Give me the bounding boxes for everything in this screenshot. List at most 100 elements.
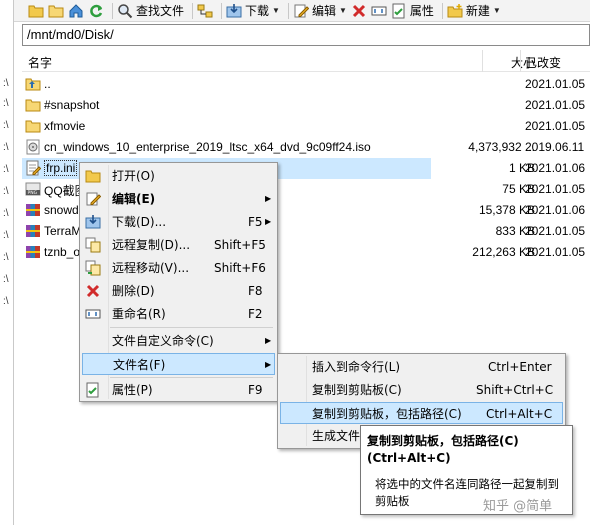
menu-item-label: 复制到剪贴板(C) — [312, 383, 402, 397]
menu-item-remote-copy[interactable]: 远程复制(D)... Shift+F5 — [82, 234, 275, 256]
home-button[interactable] — [68, 1, 84, 21]
properties-icon — [85, 382, 101, 405]
menu-item-custom-commands[interactable]: 文件自定义命令(C) ▶ — [82, 330, 275, 352]
open-folder-button[interactable] — [28, 1, 44, 21]
menu-item-label: 复制到剪贴板，包括路径(C) — [312, 407, 462, 421]
toolbar: 查找文件 下载 ▼ 编辑 ▼ 属性 新建 ▼ — [14, 0, 590, 22]
properties-label: 属性 — [409, 4, 434, 18]
left-edge-mark: :\ — [3, 252, 9, 263]
column-header-name[interactable]: 名字 — [28, 54, 52, 71]
menu-shortcut: Ctrl+Alt+C — [486, 407, 553, 421]
file-name: .. — [44, 77, 51, 91]
left-edge-mark: :\ — [3, 164, 9, 175]
menu-shortcut: Shift+Ctrl+C — [476, 383, 554, 397]
menu-item-copy-to-clipboard[interactable]: 复制到剪贴板(C) Shift+Ctrl+C — [280, 379, 563, 401]
tooltip-title: 复制到剪贴板，包括路径(C) (Ctrl+Alt+C) — [367, 434, 519, 465]
menu-shortcut: F5 — [248, 215, 263, 229]
home-icon — [68, 3, 84, 19]
left-panel-edge: :\ :\ :\ :\ :\ :\ :\ :\ :\ :\ :\ — [0, 0, 14, 525]
file-date: 2021.01.05 — [525, 224, 586, 238]
edit-button[interactable]: 编辑 ▼ — [293, 1, 347, 21]
new-button[interactable]: 新建 ▼ — [447, 1, 501, 21]
path-input[interactable]: /mnt/md0/Disk/ — [22, 24, 590, 46]
menu-item-file-names[interactable]: 文件名(F) ▶ — [82, 353, 275, 375]
download-button[interactable]: 下载 ▼ — [226, 1, 280, 21]
file-row[interactable]: .. 2021.01.05 — [22, 74, 590, 95]
toolbar-separator — [192, 2, 194, 19]
file-row[interactable]: cn_windows_10_enterprise_2019_ltsc_x64_d… — [22, 137, 590, 158]
menu-item-remote-move[interactable]: 远程移动(V)... Shift+F6 — [82, 257, 275, 279]
rename-icon — [85, 306, 101, 329]
find-files-button[interactable]: 查找文件 — [117, 1, 184, 21]
column-divider[interactable] — [482, 50, 483, 72]
file-size: 1 KB — [508, 161, 535, 175]
chevron-down-icon[interactable]: ▼ — [493, 6, 501, 15]
column-divider[interactable] — [520, 50, 521, 72]
menu-item-label: 打开(O) — [112, 169, 155, 183]
left-edge-mark: :\ — [3, 208, 9, 219]
menu-item-open[interactable]: 打开(O) — [82, 165, 275, 187]
left-edge-mark: :\ — [3, 78, 9, 89]
chevron-down-icon[interactable]: ▼ — [339, 6, 347, 15]
menu-item-download[interactable]: 下载(D)... F5 ▶ — [82, 211, 275, 233]
menu-item-label: 插入到命令行(L) — [312, 360, 401, 374]
sync-button[interactable] — [197, 1, 213, 21]
menu-item-delete[interactable]: 删除(D) F8 — [82, 280, 275, 302]
menu-shortcut: Shift+F5 — [214, 238, 266, 252]
file-name: TerraM — [44, 224, 82, 238]
menu-item-label: 文件自定义命令(C) — [112, 334, 214, 348]
file-size: 75 KB — [502, 182, 535, 196]
chevron-down-icon[interactable]: ▼ — [272, 6, 280, 15]
archive-icon — [25, 244, 41, 263]
menu-item-label: 生成文件 — [312, 429, 361, 443]
file-name: #snapshot — [44, 98, 100, 112]
toolbar-separator — [441, 2, 443, 19]
column-header-modified[interactable]: 已改变 — [525, 54, 561, 71]
new-folder-icon — [447, 3, 463, 19]
edit-label: 编辑 — [311, 4, 336, 18]
properties-button[interactable]: 属性 — [391, 1, 434, 21]
rename-button[interactable] — [371, 1, 387, 21]
left-edge-mark: :\ — [3, 230, 9, 241]
file-date: 2021.01.05 — [525, 77, 586, 91]
parent-folder-button[interactable] — [48, 1, 64, 21]
file-date: 2021.01.05 — [525, 98, 586, 112]
file-name: cn_windows_10_enterprise_2019_ltsc_x64_d… — [44, 140, 371, 154]
archive-icon — [25, 223, 41, 242]
file-row[interactable]: #snapshot 2021.01.05 — [22, 95, 590, 116]
file-list-header: 名字 大小 已改变 — [22, 50, 590, 72]
menu-item-label: 远程复制(D)... — [112, 238, 191, 252]
menu-item-label: 远程移动(V)... — [112, 261, 190, 275]
download-label: 下载 — [245, 4, 270, 18]
left-edge-mark: :\ — [3, 120, 9, 131]
menu-item-insert-to-command-line[interactable]: 插入到命令行(L) Ctrl+Enter — [280, 356, 563, 378]
menu-item-label: 属性(P) — [112, 383, 153, 397]
menu-item-label: 下载(D)... — [112, 215, 167, 229]
file-name: snowd — [44, 203, 79, 217]
file-date: 2021.01.06 — [525, 161, 586, 175]
left-edge-mark: :\ — [3, 296, 9, 307]
menu-item-rename[interactable]: 重命名(R) F2 — [82, 303, 275, 325]
folder-icon — [25, 118, 41, 137]
file-size: 212,263 KB — [472, 245, 535, 259]
menu-item-label: 编辑(E) — [112, 192, 156, 206]
refresh-icon — [88, 3, 104, 19]
delete-button[interactable] — [351, 1, 367, 21]
toolbar-separator — [112, 2, 113, 19]
menu-shortcut: Ctrl+Enter — [488, 360, 552, 374]
find-files-label: 查找文件 — [136, 4, 185, 18]
menu-item-edit[interactable]: 编辑(E) ▶ — [82, 188, 275, 210]
menu-item-copy-with-path[interactable]: 复制到剪贴板，包括路径(C) Ctrl+Alt+C — [280, 402, 563, 424]
file-size: 4,373,932 ... — [468, 140, 535, 154]
left-edge-mark: :\ — [3, 98, 9, 109]
context-menu: 打开(O) 编辑(E) ▶ 下载(D)... F5 ▶ 远程复制(D)... S… — [79, 162, 278, 402]
submenu-arrow-icon: ▶ — [265, 194, 272, 203]
up-folder-icon — [25, 76, 41, 95]
menu-item-properties[interactable]: 属性(P) F9 — [82, 379, 275, 401]
properties-icon — [391, 3, 407, 19]
refresh-button[interactable] — [88, 1, 104, 21]
archive-icon — [25, 202, 41, 221]
new-label: 新建 — [465, 4, 490, 18]
toolbar-separator — [221, 2, 223, 19]
file-row[interactable]: xfmovie 2021.01.05 — [22, 116, 590, 137]
